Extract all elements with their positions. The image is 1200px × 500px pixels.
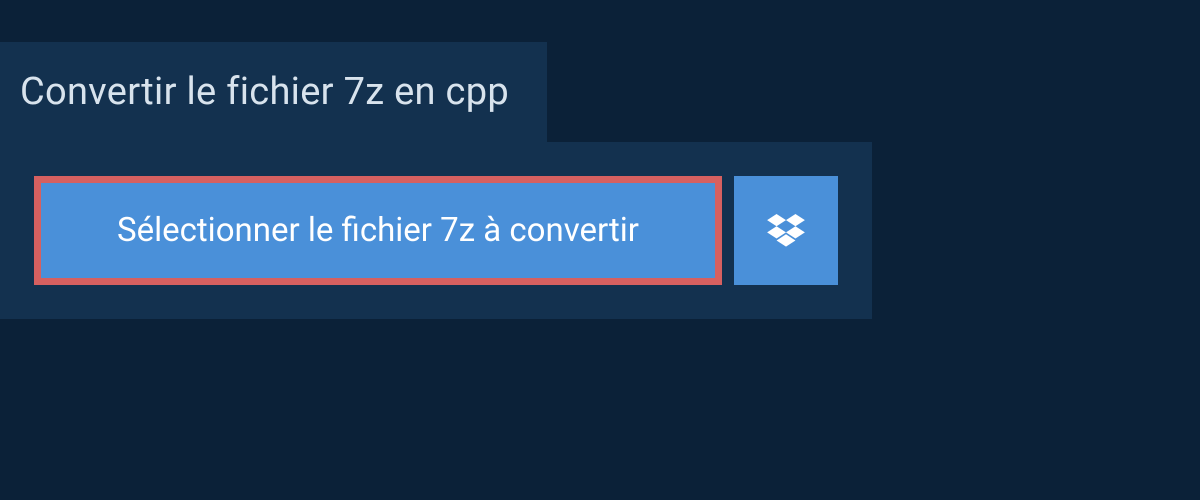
upload-panel: Sélectionner le fichier 7z à convertir <box>0 142 872 319</box>
select-file-button[interactable]: Sélectionner le fichier 7z à convertir <box>34 176 722 285</box>
dropbox-icon <box>767 214 805 248</box>
header-tab: Convertir le fichier 7z en cpp <box>0 42 547 142</box>
dropbox-button[interactable] <box>734 176 838 285</box>
select-file-label: Sélectionner le fichier 7z à convertir <box>117 211 639 250</box>
page-title: Convertir le fichier 7z en cpp <box>20 70 509 114</box>
